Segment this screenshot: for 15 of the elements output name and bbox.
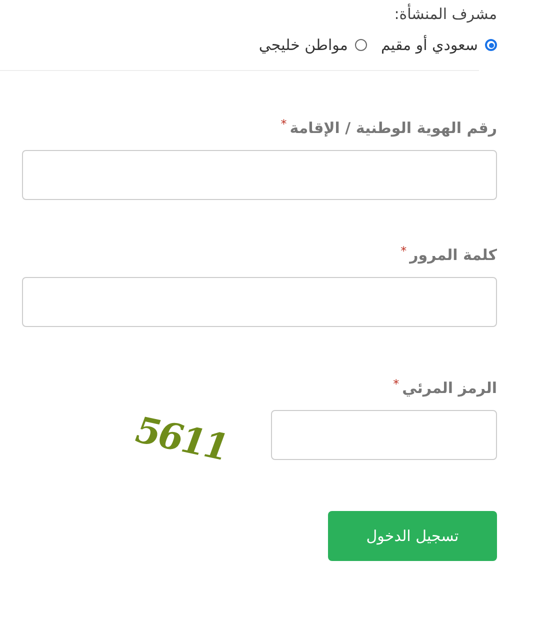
owner-label: مشرف المنشأة:: [393, 2, 497, 25]
radio-option[interactable]: مواطن خليجي: [258, 36, 367, 54]
captcha-code: 5611: [128, 408, 234, 468]
radio-option[interactable]: سعودي أو مقيم: [380, 36, 497, 54]
field-label: رقم الهوية الوطنية / الإقامة: [290, 119, 497, 137]
required-mark: *: [400, 246, 407, 256]
radio-button[interactable]: [354, 39, 367, 51]
captcha-input[interactable]: [271, 410, 497, 460]
required-mark: *: [280, 119, 287, 129]
field-label: الرمز المرئي: [402, 379, 497, 397]
password-input[interactable]: [22, 277, 497, 327]
radio-button[interactable]: [485, 39, 497, 51]
field-label: كلمة المرور: [410, 246, 497, 264]
required-mark: *: [393, 379, 400, 389]
id-number-input[interactable]: [22, 150, 497, 200]
